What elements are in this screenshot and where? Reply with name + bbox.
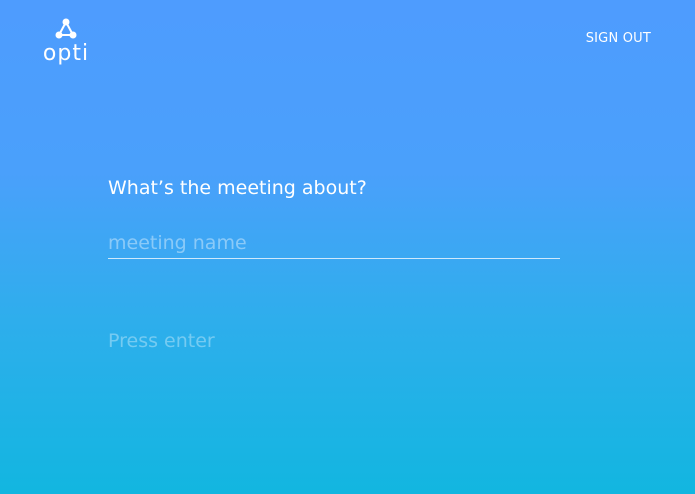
sign-out-link[interactable]: SIGN OUT: [586, 31, 651, 46]
press-enter-hint: Press enter: [108, 330, 215, 352]
logo[interactable]: opti: [40, 18, 92, 66]
question-label: What’s the meeting about?: [108, 177, 367, 199]
meeting-name-input[interactable]: [108, 228, 560, 259]
molecule-icon: [55, 18, 77, 39]
logo-text: opti: [42, 41, 90, 66]
